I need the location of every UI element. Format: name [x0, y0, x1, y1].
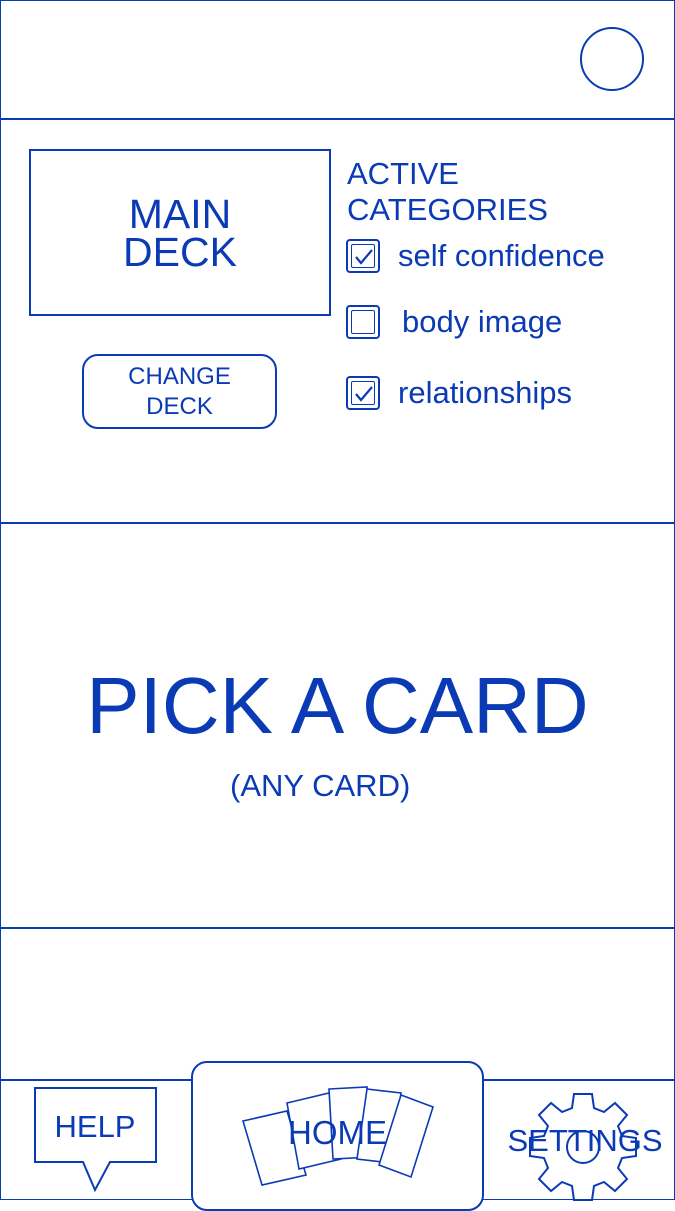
- settings-button[interactable]: SETTINGS: [500, 1090, 670, 1201]
- header-divider: [0, 118, 675, 120]
- home-tab[interactable]: HOME: [191, 1061, 484, 1211]
- home-label: HOME: [288, 1114, 387, 1151]
- change-deck-button[interactable]: CHANGE DECK: [82, 354, 277, 429]
- category-body-image[interactable]: body image: [346, 304, 562, 340]
- profile-avatar-icon[interactable]: [580, 27, 644, 91]
- current-deck-card: MAIN DECK: [29, 149, 331, 316]
- section-divider: [0, 522, 675, 524]
- pick-a-card-subtitle: (ANY CARD): [230, 768, 411, 803]
- help-button[interactable]: HELP: [34, 1087, 158, 1193]
- pick-a-card-title[interactable]: PICK A CARD: [0, 660, 675, 752]
- category-checkbox[interactable]: [346, 239, 380, 273]
- active-categories-heading: ACTIVE CATEGORIES: [347, 156, 548, 227]
- category-relationships[interactable]: relationships: [346, 375, 572, 411]
- deck-title: MAIN DECK: [123, 190, 237, 275]
- settings-label: SETTINGS: [507, 1123, 663, 1158]
- section-divider: [0, 927, 675, 929]
- category-label: self confidence: [398, 238, 605, 273]
- category-label: body image: [402, 304, 563, 339]
- help-label: HELP: [54, 1109, 136, 1144]
- category-self-confidence[interactable]: self confidence: [346, 238, 605, 274]
- category-checkbox[interactable]: [346, 305, 380, 339]
- category-label: relationships: [398, 375, 573, 410]
- category-checkbox[interactable]: [346, 376, 380, 410]
- checkmark-icon: [355, 386, 373, 402]
- checkmark-icon: [355, 249, 373, 265]
